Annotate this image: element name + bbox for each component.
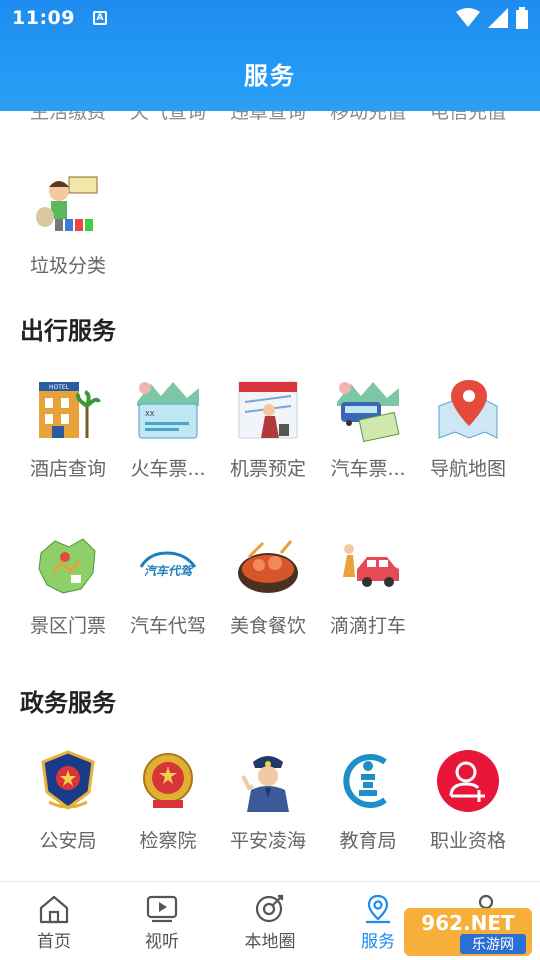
grid-item-bus[interactable]: 汽车票... (318, 376, 418, 481)
driver-icon-text: 汽车代驾 (144, 564, 194, 578)
watermark-text: 962.NET (421, 911, 515, 935)
status-icons (456, 7, 528, 29)
status-bar: 11:09 A (0, 0, 540, 36)
cut-item-2[interactable]: 天气查询 (118, 111, 218, 123)
food-icon (238, 540, 298, 593)
grid-item-education[interactable]: 教育局 (318, 748, 418, 853)
page-title: 服务 (244, 62, 296, 90)
grid-item-procuratorate[interactable]: 检察院 (118, 748, 218, 853)
police-badge-icon (41, 750, 95, 810)
garbage-sorting-icon (36, 176, 98, 231)
nav-item-local[interactable]: 本地圈 (216, 882, 324, 960)
title-bar: 服务 (0, 36, 540, 111)
cut-item-3[interactable]: 违章查询 (218, 111, 318, 123)
battery-icon (516, 7, 528, 29)
grid-item-garbage[interactable]: 垃圾分类 (18, 173, 118, 278)
cut-item-1[interactable]: 生活缴费 (18, 111, 118, 123)
grid-item-plane[interactable]: 机票预定 (218, 376, 318, 481)
nav-item-video[interactable]: 视听 (108, 882, 216, 960)
map-pin-icon (438, 380, 498, 439)
grid-item-scenic[interactable]: 景区门票 (18, 533, 118, 638)
police-officer-icon (241, 756, 289, 812)
grid-item-driver[interactable]: 汽车代驾 汽车代驾 (118, 533, 218, 638)
bus-ticket-icon (337, 382, 400, 442)
grid-item-pinganlinghai[interactable]: 平安凌海 (218, 748, 318, 853)
qualification-icon (437, 750, 499, 812)
grid-item-hotel[interactable]: HOTEL 酒店查询 (18, 376, 118, 481)
grid-item-food[interactable]: 美食餐饮 (218, 533, 318, 638)
status-time: 11:09 (12, 7, 75, 29)
grid-label: 机票预定 (229, 458, 306, 480)
grid-label: 平安凌海 (229, 830, 306, 852)
grid-label: 酒店查询 (29, 458, 106, 480)
grid-item-taxi[interactable]: 滴滴打车 (318, 533, 418, 638)
education-bureau-icon (343, 754, 387, 808)
nav-label: 首页 (37, 932, 71, 952)
cut-off-row: 生活缴费 天气查询 违章查询 移动充值 电信充值 (0, 111, 540, 123)
video-icon (146, 895, 178, 923)
section-title-travel: 出行服务 (20, 317, 116, 345)
home-icon (39, 895, 69, 924)
hotel-sign-text: HOTEL (49, 384, 70, 391)
watermark-sub: 乐游网 (472, 937, 514, 953)
grid-label: 垃圾分类 (29, 255, 106, 277)
plane-ticket-icon (238, 381, 298, 439)
grid-label: 教育局 (339, 830, 397, 852)
notification-a-icon: A (92, 11, 107, 25)
service-content[interactable]: 生活缴费 天气查询 违章查询 移动充值 电信充值 垃圾分类 出行服务 HOTEL (0, 111, 540, 881)
nav-label: 本地圈 (244, 932, 296, 952)
local-circle-icon (255, 894, 284, 923)
grid-label: 检察院 (139, 830, 197, 852)
wifi-icon (456, 8, 480, 27)
grid-label: 火车票... (130, 458, 206, 480)
grid-item-navigation[interactable]: 导航地图 (418, 376, 518, 481)
grid-label: 景区门票 (29, 615, 106, 637)
grid-item-police[interactable]: 公安局 (18, 748, 118, 853)
signal-icon (488, 8, 508, 28)
top-bar: 11:09 A 服务 (0, 0, 540, 111)
grid-label: 汽车代驾 (129, 615, 206, 637)
cut-item-4[interactable]: 移动充值 (318, 111, 418, 123)
cut-item-5[interactable]: 电信充值 (418, 111, 518, 123)
scenic-map-icon (38, 538, 96, 594)
train-ticket-icon: XX (137, 382, 199, 439)
hotel-icon: HOTEL (39, 382, 101, 438)
location-pin-icon (366, 894, 390, 924)
watermark-logo: 962.NET 乐游网 (404, 908, 532, 956)
grid-label: 美食餐饮 (229, 615, 306, 637)
grid-item-train[interactable]: XX 火车票... (118, 376, 218, 481)
nav-item-home[interactable]: 首页 (0, 882, 108, 960)
grid-label: 导航地图 (429, 458, 506, 480)
procuratorate-emblem-icon (143, 753, 193, 808)
grid-label: 公安局 (39, 830, 97, 852)
grid-label: 滴滴打车 (329, 615, 406, 637)
taxi-icon (343, 544, 399, 587)
nav-label: 视听 (145, 932, 179, 952)
svg-text:XX: XX (145, 410, 155, 418)
grid-label: 汽车票... (330, 458, 406, 480)
designated-driver-icon: 汽车代驾 (139, 551, 197, 578)
grid-label: 职业资格 (429, 830, 506, 852)
grid-item-qualification[interactable]: 职业资格 (418, 748, 518, 853)
section-title-gov: 政务服务 (20, 689, 116, 717)
